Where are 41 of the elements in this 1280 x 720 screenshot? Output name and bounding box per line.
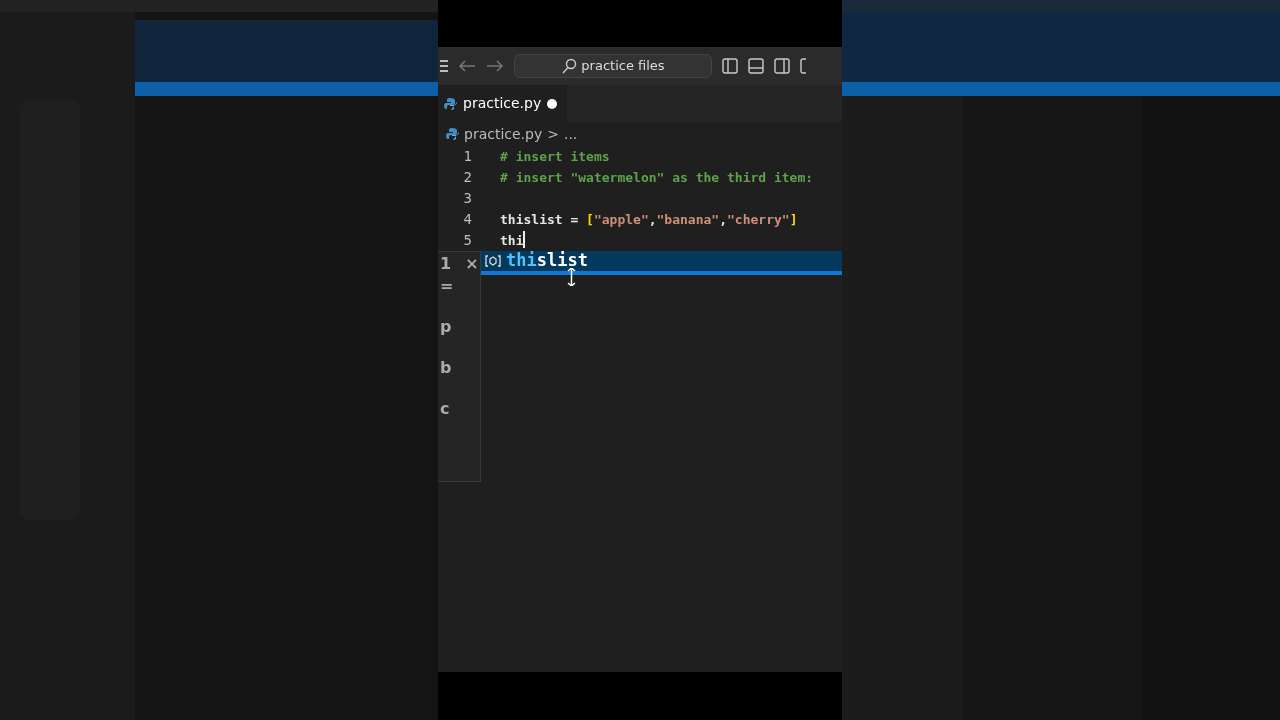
panel-toggle-icon[interactable]	[748, 58, 764, 74]
code-token: # insert items	[500, 147, 610, 166]
line-number: 3	[462, 189, 472, 208]
sidebar-toggle-icon[interactable]	[722, 58, 738, 74]
forward-arrow-icon[interactable]	[486, 59, 504, 73]
panel-text: p	[440, 316, 452, 338]
code-token: # insert "watermelon" as the third item:	[500, 168, 814, 187]
unsaved-dot-icon	[547, 98, 558, 109]
layout-icon[interactable]	[800, 58, 806, 74]
panel-text: 1	[440, 253, 452, 275]
panel-text: c	[440, 398, 450, 420]
code-token: "banana"	[656, 210, 720, 229]
code-token: "apple"	[593, 210, 649, 229]
code-token: ,	[719, 210, 727, 229]
breadcrumb-item[interactable]: practice.py	[464, 123, 543, 145]
panel-text: b	[440, 357, 452, 379]
line-number: 1	[462, 147, 472, 166]
python-file-icon	[444, 96, 457, 111]
breadcrumb-item[interactable]: ...	[563, 123, 578, 145]
split-editor-icon[interactable]	[774, 58, 790, 74]
panel-text: ×	[465, 253, 479, 275]
back-arrow-icon[interactable]	[458, 59, 476, 73]
line-number: 5	[462, 231, 472, 250]
code-token: thislist =	[500, 210, 580, 229]
code-token: thi	[500, 231, 524, 250]
mouse-cursor-icon	[567, 268, 576, 286]
code-token: ]	[789, 210, 798, 229]
code-token: "cherry"	[727, 210, 790, 229]
panel-text: =	[440, 275, 454, 297]
line-number: 2	[462, 168, 472, 187]
code-token: ,	[648, 210, 657, 229]
editor-tab[interactable]: practice.py	[438, 85, 568, 122]
search-icon	[561, 58, 578, 74]
code-token: [	[586, 210, 594, 229]
search-field[interactable]: practice files	[514, 54, 712, 78]
menu-icon[interactable]	[440, 59, 448, 73]
python-file-icon	[446, 127, 459, 141]
variable-icon	[485, 255, 501, 267]
line-number: 4	[462, 210, 472, 229]
breadcrumb-separator: >	[547, 124, 559, 144]
suggestion-item[interactable]: thislist	[481, 251, 842, 275]
